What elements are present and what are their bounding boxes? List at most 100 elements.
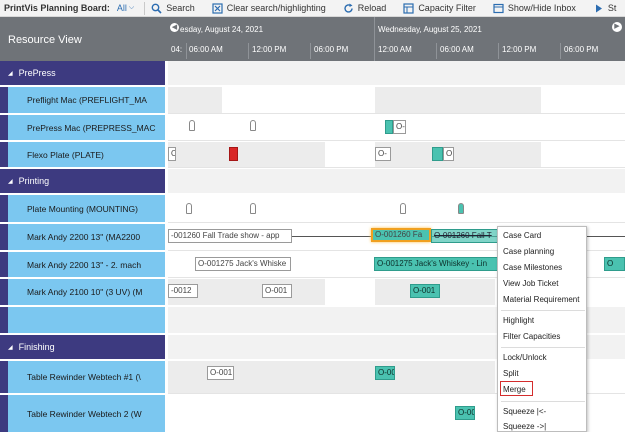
job-bar[interactable]: O-001275 Jack's Whiskey - Lin xyxy=(374,257,499,271)
resource-row-preflight[interactable]: Preflight Mac (PREFLIGHT_MA xyxy=(0,87,165,113)
job-bar[interactable]: O-001 xyxy=(410,284,440,298)
capacity-filter-button[interactable]: Capacity Filter xyxy=(403,2,476,14)
resource-row-mark-andy-2200-2[interactable]: Mark Andy 2200 13" - 2. mach xyxy=(0,252,165,277)
resource-label: PrePress Mac (PREPRESS_MAC xyxy=(8,115,165,140)
day-label-tuesday: esday, August 24, 2021 xyxy=(180,25,264,34)
hour-label: 06:00 PM xyxy=(564,45,599,54)
job-bar-drag-preview[interactable]: O-001260 Fall T xyxy=(431,229,501,243)
capacity-filter-icon xyxy=(403,2,414,14)
collapse-triangle-icon[interactable]: ◢ xyxy=(8,70,13,77)
job-bar[interactable]: O-001 xyxy=(207,366,234,380)
show-hide-inbox-button[interactable]: Show/Hide Inbox xyxy=(493,3,576,14)
resource-label: Flexo Plate (PLATE) xyxy=(8,142,165,167)
group-header-finishing[interactable]: ◢ Finishing xyxy=(0,335,165,359)
hour-divider xyxy=(248,43,249,59)
hour-label: 12:00 PM xyxy=(252,45,287,54)
resource-row-marker xyxy=(0,87,8,113)
menu-item-squeeze-right[interactable]: Squeeze ->| xyxy=(503,422,546,431)
lock-icon[interactable] xyxy=(250,120,256,131)
job-bar[interactable]: O-00 xyxy=(375,366,395,380)
menu-item-lock-unlock[interactable]: Lock/Unlock xyxy=(503,353,547,362)
job-bar[interactable] xyxy=(432,147,443,161)
resource-row-rewinder-1[interactable]: Table Rewinder Webtech #1 (\ xyxy=(0,361,165,393)
menu-separator xyxy=(501,347,585,348)
scroll-left-icon[interactable]: ◀ xyxy=(170,23,179,32)
hour-label: 12:00 AM xyxy=(378,45,412,54)
start-button-label: St xyxy=(607,3,617,13)
search-button-label: Search xyxy=(166,3,195,13)
start-button[interactable]: St xyxy=(593,3,617,14)
scroll-right-icon[interactable]: ▶ xyxy=(612,22,622,32)
chevron-down-icon[interactable]: ⌵ xyxy=(129,4,134,12)
hour-divider xyxy=(186,43,187,59)
resource-label: Table Rewinder Webtech 2 (W xyxy=(8,395,165,432)
resource-row-mark-andy-2200[interactable]: Mark Andy 2200 13" (MA2200 xyxy=(0,224,165,250)
search-icon xyxy=(151,3,162,14)
job-bar[interactable]: O xyxy=(604,257,625,271)
group-header-printing[interactable]: ◢ Printing xyxy=(0,169,165,193)
hour-divider xyxy=(436,43,437,59)
resource-row-prepress-mac[interactable]: PrePress Mac (PREPRESS_MAC xyxy=(0,115,165,140)
resource-row-marker xyxy=(0,195,8,222)
resource-row-plate-mounting[interactable]: Plate Mounting (MOUNTING) xyxy=(0,195,165,222)
inbox-icon xyxy=(493,3,504,14)
menu-item-case-card[interactable]: Case Card xyxy=(503,231,541,240)
job-bar[interactable]: O- xyxy=(393,120,406,134)
job-bar[interactable]: O-001 xyxy=(262,284,292,298)
job-bar[interactable]: -0012 xyxy=(168,284,198,298)
collapse-triangle-icon[interactable]: ◢ xyxy=(8,344,13,351)
resource-row-rewinder-2[interactable]: Table Rewinder Webtech 2 (W xyxy=(0,395,165,432)
job-bar-selected[interactable]: O-001260 Fa xyxy=(371,228,431,242)
clear-highlighting-button[interactable]: Clear search/highlighting xyxy=(212,2,326,14)
hour-divider xyxy=(498,43,499,59)
board-filter-dropdown[interactable]: All xyxy=(117,3,127,13)
hour-label: 04: xyxy=(171,45,183,54)
job-bar[interactable]: O xyxy=(443,147,454,161)
capacity-filter-label: Capacity Filter xyxy=(418,3,476,13)
resource-row-marker xyxy=(0,279,8,305)
job-bar[interactable]: O- xyxy=(375,147,391,161)
menu-item-material-requirement[interactable]: Material Requirement xyxy=(503,295,579,304)
job-bar[interactable]: O-001275 Jack's Whiske xyxy=(195,257,291,271)
job-bar[interactable] xyxy=(229,147,238,161)
search-button[interactable]: Search xyxy=(151,3,195,14)
row-divider xyxy=(168,113,625,114)
lock-icon[interactable] xyxy=(189,120,195,131)
group-header-prepress[interactable]: ◢ PrePress xyxy=(0,61,165,85)
menu-item-merge[interactable]: Merge xyxy=(503,385,526,394)
menu-item-highlight[interactable]: Highlight xyxy=(503,316,534,325)
lock-icon[interactable] xyxy=(400,203,406,214)
reload-button[interactable]: Reload xyxy=(343,3,386,14)
job-bar[interactable] xyxy=(385,120,393,134)
job-bar[interactable]: -001260 Fall Trade show - app xyxy=(168,229,292,243)
non-working-shade xyxy=(168,361,375,393)
menu-item-squeeze-left[interactable]: Squeeze |<- xyxy=(503,407,546,416)
non-working-shade xyxy=(168,142,325,167)
hour-divider xyxy=(560,43,561,59)
toolbar: PrintVis Planning Board: All ⌵ Search Cl… xyxy=(0,0,625,17)
context-menu: Case Card Case planning Case Milestones … xyxy=(497,226,587,432)
lock-icon[interactable] xyxy=(186,203,192,214)
resource-label: Plate Mounting (MOUNTING) xyxy=(8,195,165,222)
menu-item-view-job-ticket[interactable]: View Job Ticket xyxy=(503,279,558,288)
resource-row-marker xyxy=(0,142,8,167)
menu-item-case-planning[interactable]: Case planning xyxy=(503,247,554,256)
reload-icon xyxy=(343,3,354,14)
group-label: PrePress xyxy=(18,68,56,78)
menu-item-split[interactable]: Split xyxy=(503,369,519,378)
resource-view-header: Resource View xyxy=(0,17,168,61)
job-bar[interactable]: O- xyxy=(168,147,176,161)
resource-row-flexo-plate[interactable]: Flexo Plate (PLATE) xyxy=(0,142,165,167)
lock-icon[interactable] xyxy=(250,203,256,214)
lock-icon[interactable] xyxy=(458,203,464,214)
row-divider xyxy=(168,167,625,168)
hour-label: 06:00 AM xyxy=(440,45,474,54)
hour-label: 06:00 AM xyxy=(189,45,223,54)
menu-item-filter-capacities[interactable]: Filter Capacities xyxy=(503,332,560,341)
collapse-triangle-icon[interactable]: ◢ xyxy=(8,178,13,185)
resource-row-mark-andy-2100[interactable]: Mark Andy 2100 10" (3 UV) (M xyxy=(0,279,165,305)
resource-row-marker xyxy=(0,361,8,393)
job-bar[interactable]: O-00 xyxy=(455,406,475,420)
menu-item-case-milestones[interactable]: Case Milestones xyxy=(503,263,562,272)
hour-label: 12:00 PM xyxy=(502,45,537,54)
